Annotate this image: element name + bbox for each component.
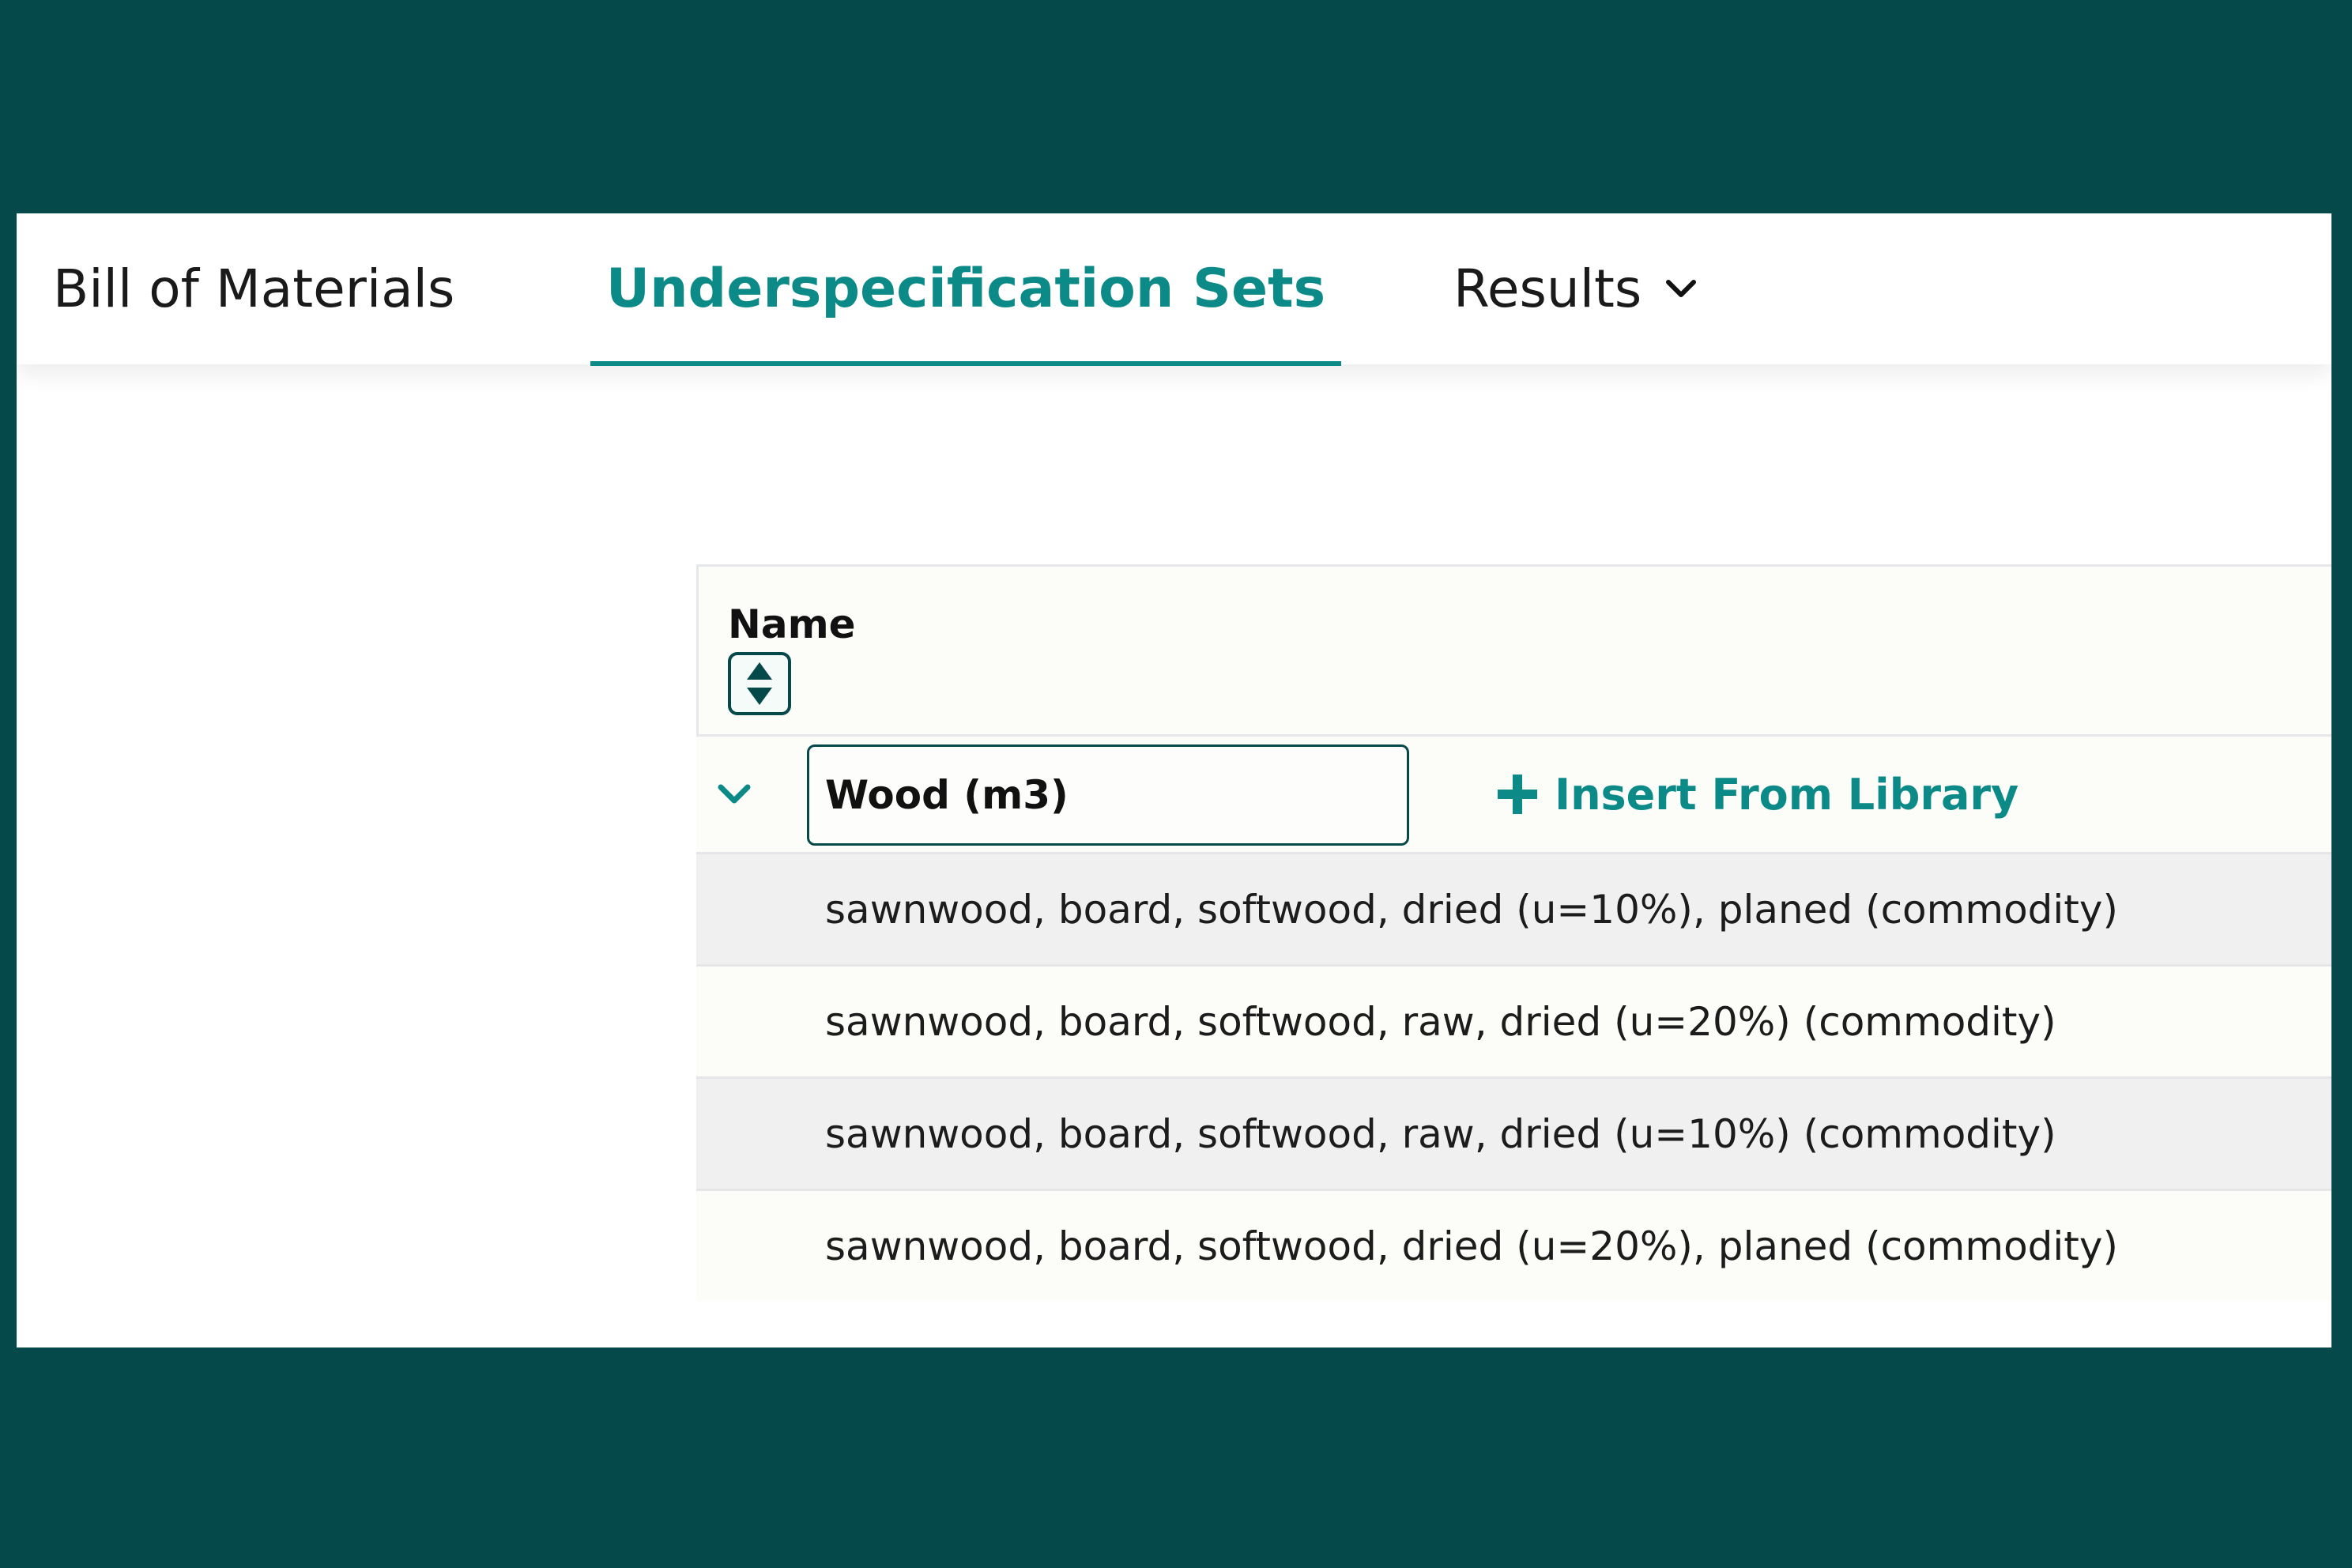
underspecification-table: Name Insert From Library	[696, 564, 2331, 1348]
main-panel: Bill of Materials Underspecification Set…	[17, 213, 2331, 1348]
tab-bill-of-materials-label: Bill of Materials	[53, 258, 455, 319]
row-name: sawnwood, board, softwood, dried (u=10%)…	[825, 886, 2118, 933]
plus-icon	[1498, 775, 1537, 814]
row-name: sawnwood, board, softwood, raw, dried (u…	[825, 1110, 2056, 1157]
group-row: Insert From Library	[696, 737, 2331, 852]
tab-results-label: Results	[1453, 258, 1642, 319]
row-name: sawnwood, board, softwood, raw, dried (u…	[825, 998, 2056, 1045]
row-name: sawnwood, board, softwood, dried (u=20%)…	[825, 1223, 2118, 1269]
table-row[interactable]: sawnwood, board, softwood, raw, dried (u…	[696, 964, 2331, 1076]
sort-icon	[747, 662, 772, 705]
table-header: Name	[696, 564, 2331, 737]
table-row[interactable]: sawnwood, board, softwood, dried (u=20%)…	[696, 1189, 2331, 1301]
table-row[interactable]: sawnwood, board, softwood, dried (u=10%)…	[696, 852, 2331, 964]
set-name-input[interactable]	[807, 744, 1409, 846]
column-header-name: Name	[728, 601, 856, 647]
tab-bar: Bill of Materials Underspecification Set…	[17, 213, 2331, 366]
insert-from-library-button[interactable]: Insert From Library	[1494, 760, 2018, 828]
active-tab-indicator	[590, 361, 1341, 366]
table-row[interactable]: sawnwood, board, softwood, raw, dried (u…	[696, 1076, 2331, 1189]
tab-results[interactable]: Results	[1453, 213, 1697, 364]
expand-toggle[interactable]	[712, 772, 756, 816]
chevron-down-icon	[718, 784, 751, 804]
sort-button[interactable]	[728, 652, 791, 715]
tab-underspecification-sets[interactable]: Underspecification Sets	[590, 213, 1341, 366]
tab-underspecification-sets-label: Underspecification Sets	[605, 258, 1326, 320]
insert-from-library-label: Insert From Library	[1555, 769, 2019, 820]
chevron-down-icon	[1666, 279, 1697, 297]
tab-bill-of-materials[interactable]: Bill of Materials	[53, 213, 454, 364]
